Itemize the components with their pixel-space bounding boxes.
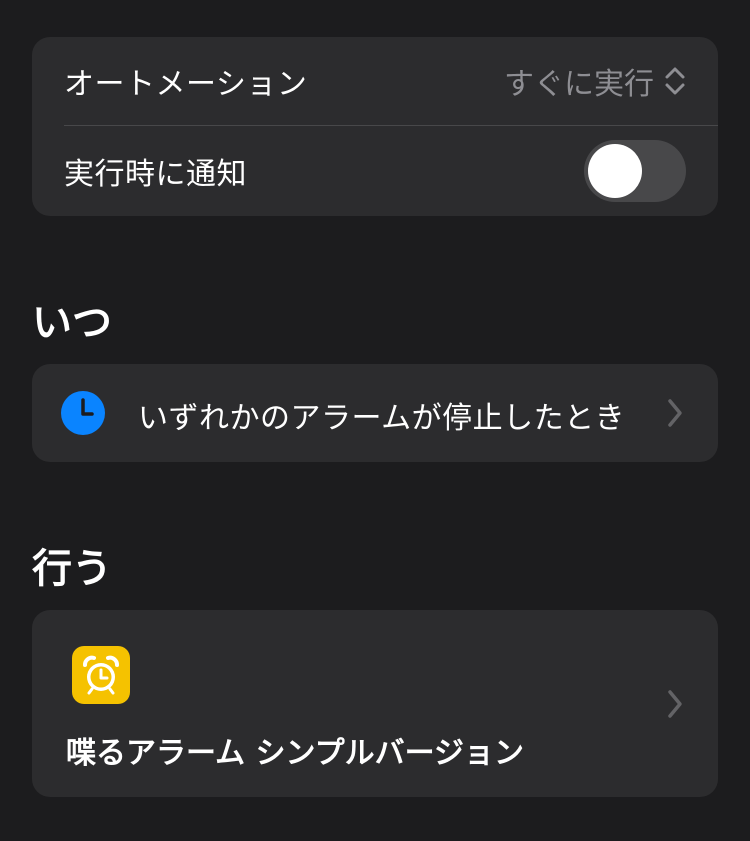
trigger-card[interactable]: いずれかのアラームが停止したとき bbox=[32, 364, 718, 462]
action-card[interactable]: 喋るアラーム シンプルバージョン bbox=[32, 610, 718, 797]
automation-row[interactable]: オートメーション すぐに実行 bbox=[64, 37, 686, 125]
when-section-title: いつ bbox=[32, 300, 112, 346]
automation-value: すぐに実行 bbox=[504, 67, 654, 102]
alarm-clock-glyph bbox=[83, 655, 119, 695]
clock-icon bbox=[61, 391, 105, 435]
toggle-knob bbox=[588, 144, 642, 198]
settings-card: オートメーション すぐに実行 実行時に通知 bbox=[32, 37, 718, 216]
chevron-right-icon bbox=[668, 690, 682, 718]
trigger-label: いずれかのアラームが停止したとき bbox=[138, 401, 626, 436]
up-down-chevron-icon bbox=[665, 67, 685, 95]
notify-toggle[interactable] bbox=[584, 140, 686, 202]
action-label: 喋るアラーム シンプルバージョン bbox=[66, 736, 525, 771]
alarm-clock-icon bbox=[72, 646, 130, 704]
do-section-title: 行う bbox=[32, 546, 112, 592]
notify-label: 実行時に通知 bbox=[64, 157, 247, 192]
automation-label: オートメーション bbox=[64, 67, 308, 102]
chevron-right-icon bbox=[668, 399, 682, 427]
